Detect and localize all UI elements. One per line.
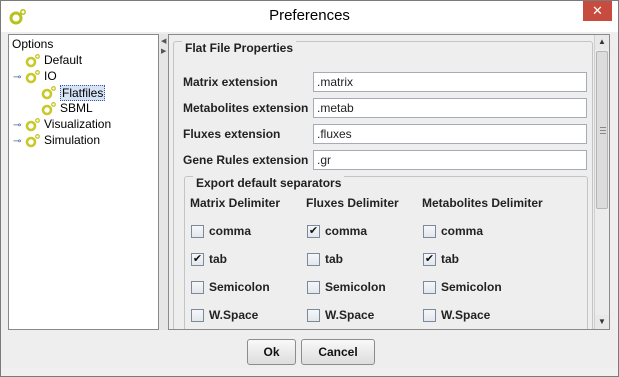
gear-icon bbox=[25, 69, 41, 85]
splitter[interactable]: ◀ ▶ bbox=[159, 34, 168, 330]
extension-input[interactable] bbox=[313, 98, 587, 118]
cancel-button[interactable]: Cancel bbox=[301, 339, 375, 365]
scrollbar-thumb[interactable] bbox=[596, 51, 608, 209]
delimiter-option-label: tab bbox=[441, 252, 459, 266]
tree-item-label: Simulation bbox=[44, 133, 101, 147]
tree-expander-icon[interactable]: ⊸ bbox=[13, 72, 24, 83]
ok-button[interactable]: Ok bbox=[247, 339, 296, 365]
delimiter-option-label: comma bbox=[441, 224, 484, 238]
delimiter-column-header: Fluxes Delimiter bbox=[306, 196, 399, 210]
extension-input[interactable] bbox=[313, 150, 587, 170]
tree-expander-icon[interactable]: ⊸ bbox=[13, 136, 24, 147]
delimiter-column-header: Metabolites Delimiter bbox=[422, 196, 543, 210]
scroll-down-icon[interactable]: ▼ bbox=[595, 315, 609, 329]
flat-file-properties-group: Flat File Properties Matrix extension Met… bbox=[173, 41, 593, 329]
preferences-window: Preferences ✕ Options Default ⊸ IO Flatfile… bbox=[0, 0, 619, 377]
delimiter-option-label: tab bbox=[209, 252, 227, 266]
window-title: Preferences bbox=[269, 7, 350, 24]
delimiter-checkbox[interactable] bbox=[191, 281, 204, 294]
delimiter-checkbox[interactable]: ✔ bbox=[423, 253, 436, 266]
delimiter-checkbox[interactable] bbox=[423, 309, 436, 322]
field-label: Matrix extension bbox=[183, 75, 278, 89]
gear-icon bbox=[25, 53, 41, 69]
flat-file-properties-legend: Flat File Properties bbox=[182, 41, 297, 55]
delimiter-checkbox[interactable] bbox=[191, 225, 204, 238]
delimiter-option-label: comma bbox=[209, 224, 252, 238]
vertical-scrollbar[interactable]: ▲ ▼ bbox=[594, 35, 609, 329]
tree-root-label: Options bbox=[12, 37, 54, 51]
delimiter-option-label: tab bbox=[325, 252, 343, 266]
delimiter-option-label: Semicolon bbox=[325, 280, 386, 294]
extension-input[interactable] bbox=[313, 72, 587, 92]
tree-item-label: Visualization bbox=[44, 117, 112, 131]
gear-icon bbox=[25, 117, 41, 133]
delimiter-checkbox[interactable] bbox=[307, 309, 320, 322]
scroll-up-icon[interactable]: ▲ bbox=[595, 35, 609, 49]
delimiter-option-label: W.Space bbox=[441, 308, 491, 322]
tree-item-label: IO bbox=[44, 69, 57, 83]
tree-item-label: Flatfiles bbox=[60, 85, 106, 101]
delimiter-option-label: Semicolon bbox=[209, 280, 270, 294]
field-label: Metabolites extension bbox=[183, 101, 309, 115]
delimiter-checkbox[interactable] bbox=[423, 225, 436, 238]
gear-icon bbox=[25, 133, 41, 149]
field-label: Gene Rules extension bbox=[183, 153, 309, 167]
gear-icon bbox=[41, 101, 57, 117]
dialog-content: Options Default ⊸ IO Flatfiles SBML ⊸ Visualiz… bbox=[2, 32, 617, 368]
export-separators-legend: Export default separators bbox=[193, 176, 345, 190]
export-separators-group: Export default separators Matrix Delimit… bbox=[184, 176, 588, 329]
delimiter-option-label: comma bbox=[325, 224, 368, 238]
delimiter-checkbox[interactable] bbox=[307, 253, 320, 266]
delimiter-checkbox[interactable]: ✔ bbox=[191, 253, 204, 266]
delimiter-checkbox[interactable] bbox=[423, 281, 436, 294]
delimiter-column-header: Matrix Delimiter bbox=[190, 196, 281, 210]
collapse-right-icon[interactable]: ▶ bbox=[161, 47, 166, 55]
tree-expander-icon[interactable]: ⊸ bbox=[13, 120, 24, 131]
delimiter-option-label: W.Space bbox=[325, 308, 375, 322]
gear-icon bbox=[41, 85, 57, 101]
title-bar[interactable]: Preferences ✕ bbox=[1, 1, 618, 32]
tree-item-label: SBML bbox=[60, 101, 93, 115]
delimiter-option-label: Semicolon bbox=[441, 280, 502, 294]
options-tree[interactable]: Options Default ⊸ IO Flatfiles SBML ⊸ Visualiz… bbox=[8, 34, 159, 330]
field-label: Fluxes extension bbox=[183, 127, 281, 141]
tree-item-label: Default bbox=[44, 53, 83, 67]
delimiter-checkbox[interactable] bbox=[191, 309, 204, 322]
settings-panel: Flat File Properties Matrix extension Met… bbox=[168, 34, 610, 330]
delimiter-checkbox[interactable]: ✔ bbox=[307, 225, 320, 238]
close-button[interactable]: ✕ bbox=[583, 1, 612, 21]
delimiter-checkbox[interactable] bbox=[307, 281, 320, 294]
extension-input[interactable] bbox=[313, 124, 587, 144]
collapse-left-icon[interactable]: ◀ bbox=[161, 37, 166, 45]
delimiter-option-label: W.Space bbox=[209, 308, 259, 322]
